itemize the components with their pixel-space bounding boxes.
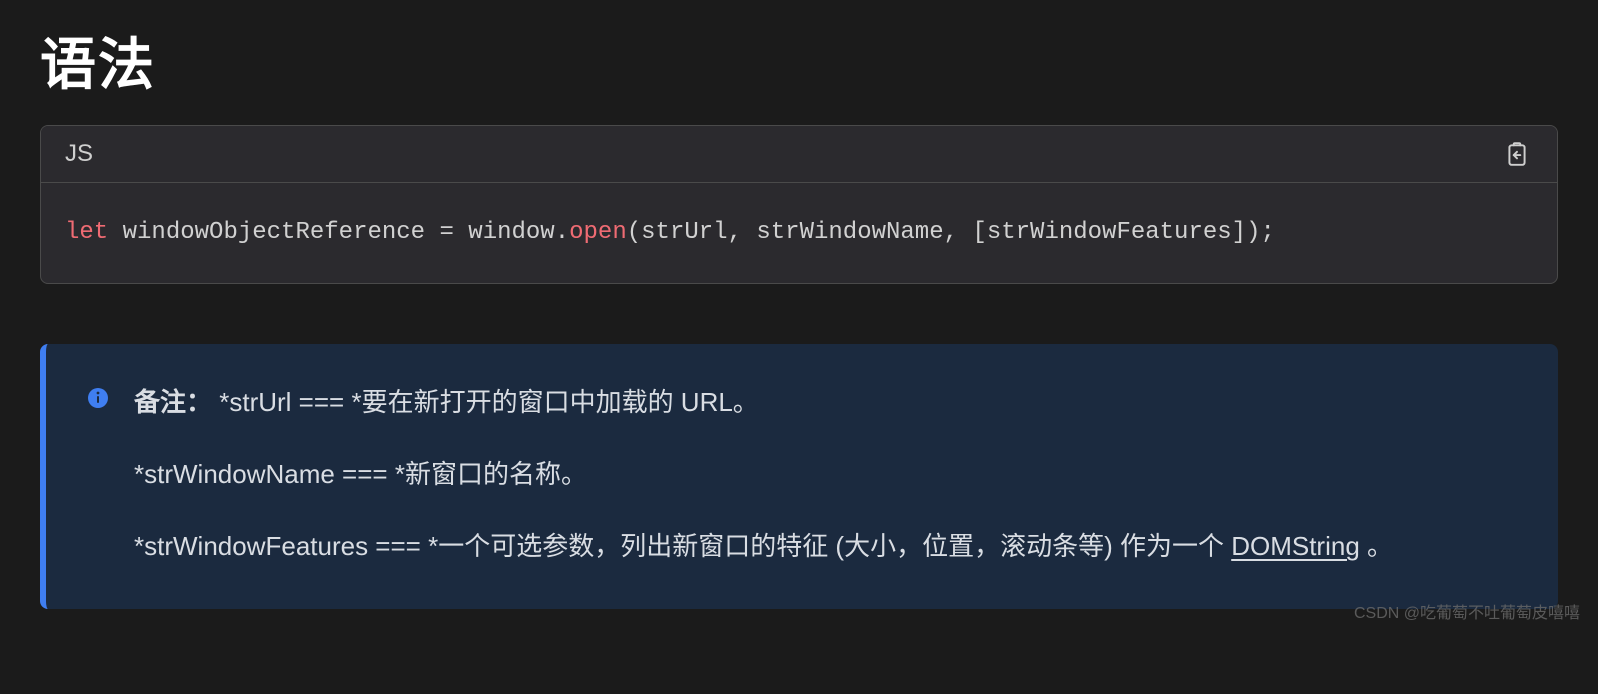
clipboard-icon [1504,141,1530,167]
code-token-comma: , [944,219,958,246]
note-content: 备注： *strUrl === *要在新打开的窗口中加载的 URL。 *strW… [134,380,1518,569]
code-token-paren: ) [1246,219,1260,246]
code-token-method: open [569,219,627,246]
watermark: CSDN @吃葡萄不吐葡萄皮嘻嘻 [1354,599,1580,623]
code-token-operator: = [439,219,453,246]
copy-button[interactable] [1501,138,1533,170]
note-label: 备注： [134,387,212,417]
code-token-arg: strUrl [641,219,727,246]
code-token-arg: strWindowFeatures [987,219,1232,246]
note-line-1: 备注： *strUrl === *要在新打开的窗口中加载的 URL。 [134,380,1518,424]
code-token-bracket: ] [1232,219,1246,246]
note-line-3-post: 。 [1367,531,1393,561]
code-block-header: JS [41,126,1557,183]
code-token-bracket: [ [972,219,986,246]
note-line-3-pre: *strWindowFeatures === *一个可选参数，列出新窗口的特征 … [134,531,1224,561]
code-language-label: JS [65,140,93,168]
code-token-semicolon: ; [1260,219,1274,246]
code-token-identifier: window [468,219,554,246]
code-content: let windowObjectReference = window.open(… [41,183,1557,283]
info-icon [86,386,110,569]
note-callout: 备注： *strUrl === *要在新打开的窗口中加载的 URL。 *strW… [40,344,1558,609]
domstring-link[interactable]: DOMString [1231,531,1360,561]
note-line-3: *strWindowFeatures === *一个可选参数，列出新窗口的特征 … [134,524,1518,568]
code-token-space [454,219,468,246]
note-line-1-text: *strUrl === *要在新打开的窗口中加载的 URL。 [212,387,759,417]
code-token-space [425,219,439,246]
code-token-comma: , [728,219,742,246]
code-token-arg: strWindowName [756,219,943,246]
code-token-identifier: windowObjectReference [123,219,425,246]
code-token-space [108,219,122,246]
code-token-dot: . [555,219,569,246]
code-block: JS let windowObjectReference = window.op… [40,125,1558,284]
code-token-space [958,219,972,246]
section-heading: 语法 [40,20,1558,101]
code-token-space [742,219,756,246]
code-token-paren: ( [627,219,641,246]
code-token-keyword: let [65,219,108,246]
note-line-2: *strWindowName === *新窗口的名称。 [134,452,1518,496]
